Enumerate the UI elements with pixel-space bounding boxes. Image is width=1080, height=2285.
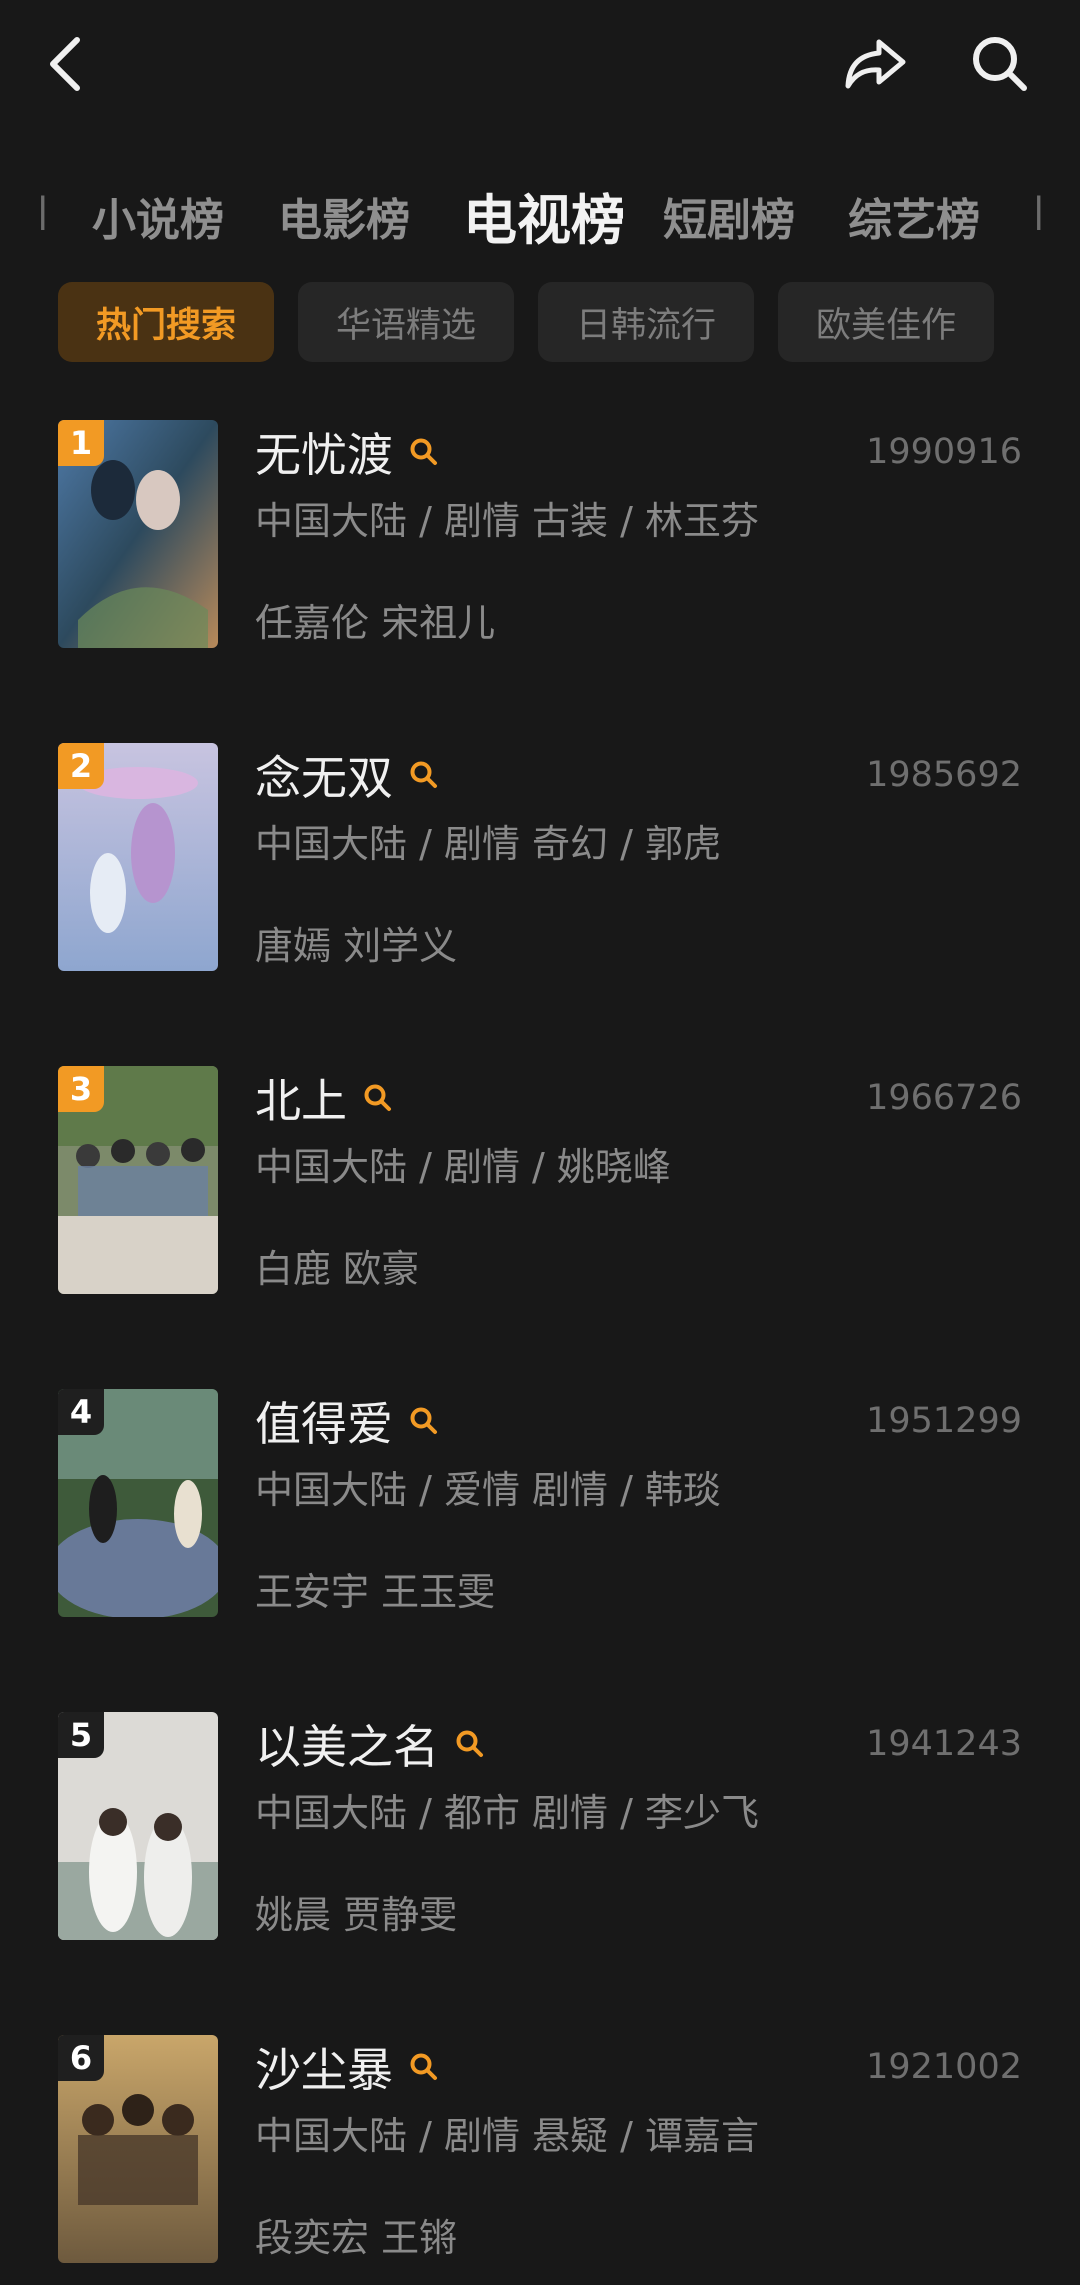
poster-image: 6	[58, 2035, 218, 2263]
item-cast: 唐嫣 刘学义	[255, 924, 458, 968]
list-item[interactable]: 3 北上 1966726 中国大陆 / 剧情 / 姚晓峰 白鹿 欧豪	[0, 1066, 1080, 1296]
rank-badge: 5	[58, 1712, 104, 1758]
chip-western[interactable]: 欧美佳作	[778, 282, 994, 362]
item-cast: 姚晨 贾静雯	[255, 1893, 458, 1937]
item-title: 无忧渡	[255, 428, 393, 482]
chip-japan-korea[interactable]: 日韩流行	[538, 282, 754, 362]
share-button[interactable]	[835, 24, 915, 104]
search-count: 1951299	[866, 1401, 1022, 1441]
poster-image: 4	[58, 1389, 218, 1617]
search-icon[interactable]	[453, 1727, 487, 1761]
poster-image: 3	[58, 1066, 218, 1294]
tab-overflow-left: |	[36, 190, 46, 230]
search-icon[interactable]	[407, 435, 441, 469]
search-icon[interactable]	[407, 758, 441, 792]
rank-badge: 3	[58, 1066, 104, 1112]
item-meta: 中国大陆 / 爱情 剧情 / 韩琰	[255, 1468, 722, 1512]
back-button[interactable]	[30, 26, 100, 102]
item-meta: 中国大陆 / 剧情 悬疑 / 谭嘉言	[255, 2114, 760, 2158]
item-meta: 中国大陆 / 剧情 / 姚晓峰	[255, 1145, 671, 1189]
search-icon	[973, 37, 1027, 91]
poster-image: 2	[58, 743, 218, 971]
search-button[interactable]	[960, 24, 1040, 104]
top-bar	[0, 0, 1080, 140]
search-icon[interactable]	[361, 1081, 395, 1115]
list-item[interactable]: 1 无忧渡 1990916 中国大陆 / 剧情 古装 / 林玉芬 任嘉伦 宋祖儿	[0, 420, 1080, 650]
search-icon[interactable]	[407, 2050, 441, 2084]
list-item[interactable]: 4 值得爱 1951299 中国大陆 / 爱情 剧情 / 韩琰 王安宇 王玉雯	[0, 1389, 1080, 1619]
item-cast: 白鹿 欧豪	[255, 1247, 420, 1291]
category-tabs: | 小说榜 电影榜 电视榜 短剧榜 综艺榜 |	[0, 172, 1080, 252]
item-meta: 中国大陆 / 都市 剧情 / 李少飞	[255, 1791, 760, 1835]
search-count: 1966726	[866, 1078, 1022, 1118]
title-row: 值得爱	[255, 1391, 441, 1451]
tab-short-drama-chart[interactable]: 短剧榜	[663, 184, 795, 248]
poster-image: 1	[58, 420, 218, 648]
tab-tv-chart[interactable]: 电视榜	[463, 176, 625, 255]
search-count: 1990916	[866, 432, 1022, 472]
tab-novel-chart[interactable]: 小说榜	[92, 184, 224, 248]
item-title: 值得爱	[255, 1397, 393, 1451]
tab-variety-chart[interactable]: 综艺榜	[848, 184, 980, 248]
title-row: 无忧渡	[255, 422, 441, 482]
item-title: 沙尘暴	[255, 2043, 393, 2097]
chip-chinese-picks[interactable]: 华语精选	[298, 282, 514, 362]
share-icon	[845, 39, 906, 89]
title-row: 北上	[255, 1068, 395, 1128]
title-row: 沙尘暴	[255, 2037, 441, 2097]
title-row: 以美之名	[255, 1714, 487, 1774]
list-item[interactable]: 6 沙尘暴 1921002 中国大陆 / 剧情 悬疑 / 谭嘉言 段奕宏 王锵	[0, 2035, 1080, 2265]
tab-movie-chart[interactable]: 电影榜	[278, 184, 410, 248]
rank-badge: 6	[58, 2035, 104, 2081]
item-cast: 任嘉伦 宋祖儿	[255, 601, 496, 645]
item-meta: 中国大陆 / 剧情 奇幻 / 郭虎	[255, 822, 722, 866]
item-cast: 段奕宏 王锵	[255, 2216, 458, 2260]
chip-hot-search[interactable]: 热门搜索	[58, 282, 274, 362]
search-count: 1985692	[866, 755, 1022, 795]
list-item[interactable]: 2 念无双 1985692 中国大陆 / 剧情 奇幻 / 郭虎 唐嫣 刘学义	[0, 743, 1080, 973]
rank-badge: 4	[58, 1389, 104, 1435]
search-icon[interactable]	[407, 1404, 441, 1438]
item-cast: 王安宇 王玉雯	[255, 1570, 496, 1614]
chevron-left-icon	[50, 37, 80, 91]
poster-image: 5	[58, 1712, 218, 1940]
rank-badge: 2	[58, 743, 104, 789]
item-meta: 中国大陆 / 剧情 古装 / 林玉芬	[255, 499, 760, 543]
title-row: 念无双	[255, 745, 441, 805]
search-count: 1941243	[866, 1724, 1022, 1764]
rank-badge: 1	[58, 420, 104, 466]
search-count: 1921002	[866, 2047, 1022, 2087]
list-item[interactable]: 5 以美之名 1941243 中国大陆 / 都市 剧情 / 李少飞 姚晨 贾静雯	[0, 1712, 1080, 1942]
item-title: 念无双	[255, 751, 393, 805]
item-title: 北上	[255, 1074, 347, 1128]
item-title: 以美之名	[255, 1720, 439, 1774]
tab-overflow-right: |	[1032, 190, 1042, 230]
